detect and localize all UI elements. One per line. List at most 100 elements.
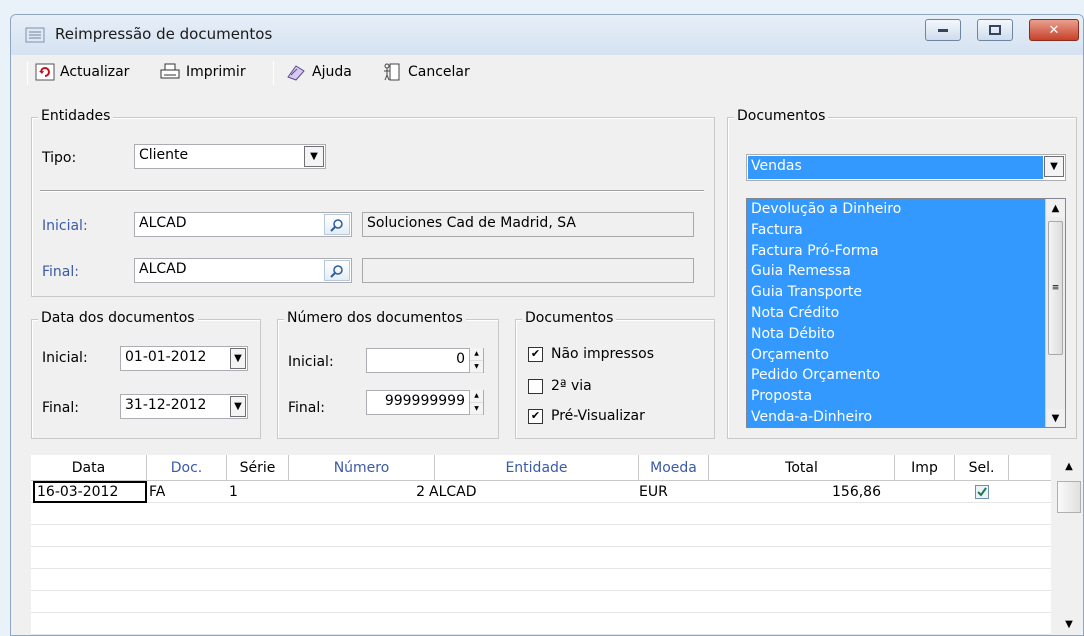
spin-up-icon[interactable]: ▲: [470, 348, 483, 361]
list-item[interactable]: Nota Crédito: [747, 303, 1045, 324]
list-item[interactable]: Venda-a-Dinheiro: [747, 407, 1045, 427]
spin-down-icon[interactable]: ▼: [470, 361, 483, 373]
data-final-picker[interactable]: 31-12-2012 ▼: [120, 394, 248, 419]
title-bar: Reimpressão de documentos ✕: [11, 15, 1083, 55]
cancelar-button[interactable]: Cancelar: [381, 61, 470, 83]
inicial-label: Inicial:: [42, 218, 88, 234]
cell-total[interactable]: 156,86: [711, 481, 881, 503]
check-icon[interactable]: ✔: [528, 346, 543, 362]
cell-imp[interactable]: [895, 481, 945, 503]
close-button[interactable]: ✕: [1029, 19, 1079, 41]
tipo-label: Tipo:: [42, 150, 77, 166]
spin-up-icon[interactable]: ▲: [470, 390, 483, 403]
documentos-listbox[interactable]: Devolução a Dinheiro Factura Factura Pró-F…: [746, 198, 1066, 428]
cell-serie[interactable]: 1: [229, 481, 279, 503]
nao-impressos-checkbox[interactable]: ✔ Não impressos: [528, 346, 654, 362]
scroll-thumb[interactable]: ≡: [1048, 221, 1063, 355]
list-item[interactable]: Factura: [747, 220, 1045, 241]
scroll-up-icon[interactable]: ▲: [1046, 199, 1065, 217]
pre-visualizar-checkbox[interactable]: ✔ Pré-Visualizar: [528, 408, 645, 424]
data-inicial-picker[interactable]: 01-01-2012 ▼: [120, 346, 248, 371]
list-item[interactable]: Guia Transporte: [747, 282, 1045, 303]
tipo-value: Cliente: [139, 147, 189, 163]
col-header-imp[interactable]: Imp: [895, 455, 955, 481]
data-docs-group: Data dos documentos Inicial: 01-01-2012 …: [31, 310, 261, 439]
numero-inicial-value: 0: [456, 351, 465, 367]
list-item[interactable]: Orçamento: [747, 345, 1045, 366]
numero-inicial-spinner[interactable]: 0 ▲ ▼: [366, 348, 484, 373]
cell-data[interactable]: 16-03-2012: [33, 481, 147, 503]
divider: [40, 190, 704, 192]
grid-scroll-thumb[interactable]: [1057, 481, 1081, 513]
check-icon[interactable]: ✔: [528, 408, 543, 424]
final-entity-value: ALCAD: [139, 261, 187, 277]
final-entity-name: [362, 258, 694, 283]
documentos-combo-value: Vendas: [748, 156, 1043, 179]
list-item[interactable]: Factura Pró-Forma: [747, 241, 1045, 262]
data-final-label: Final:: [42, 400, 79, 416]
col-header-serie[interactable]: Série: [227, 455, 289, 481]
col-header-sel[interactable]: Sel.: [955, 455, 1009, 481]
numero-docs-legend: Número dos documentos: [284, 310, 466, 326]
grid-scrollbar[interactable]: ▲ ▼: [1057, 455, 1081, 635]
tipo-combo[interactable]: Cliente ▼: [134, 144, 326, 169]
inicial-lookup-button[interactable]: [324, 214, 350, 235]
data-inicial-dropdown[interactable]: ▼: [230, 348, 246, 369]
documentos-legend: Documentos: [734, 108, 829, 124]
list-item[interactable]: Guia Remessa: [747, 261, 1045, 282]
ajuda-button[interactable]: Ajuda: [285, 61, 352, 83]
search-icon: [330, 218, 343, 232]
toolbar: Actualizar Imprimir Ajuda Cancelar: [11, 55, 1083, 87]
entidades-group: Entidades Tipo: Cliente ▼ Inicial: ALCAD…: [31, 108, 715, 297]
data-final-dropdown[interactable]: ▼: [230, 396, 246, 417]
spin-down-icon[interactable]: ▼: [470, 403, 483, 415]
documentos-dropdown-button[interactable]: ▼: [1044, 156, 1064, 177]
numero-inicial-spin-buttons[interactable]: ▲ ▼: [469, 348, 483, 373]
documentos-scrollbar[interactable]: ▲ ≡ ▼: [1045, 199, 1065, 427]
maximize-button[interactable]: [977, 19, 1013, 41]
col-header-numero[interactable]: Número: [289, 455, 435, 481]
documentos-group: Documentos Vendas ▼ Devolução a Dinheiro…: [727, 108, 1077, 439]
final-entity-input[interactable]: ALCAD: [134, 258, 352, 283]
numero-inicial-label: Inicial:: [288, 354, 334, 370]
col-header-total[interactable]: Total: [709, 455, 895, 481]
numero-final-spinner[interactable]: 999999999 ▲ ▼: [366, 390, 484, 415]
imprimir-button[interactable]: Imprimir: [159, 61, 246, 83]
final-lookup-button[interactable]: [324, 260, 350, 281]
actualizar-button[interactable]: Actualizar: [35, 61, 129, 83]
scroll-down-icon[interactable]: ▼: [1046, 409, 1065, 427]
inicial-entity-input[interactable]: ALCAD: [134, 212, 352, 237]
numero-final-spin-buttons[interactable]: ▲ ▼: [469, 390, 483, 415]
cell-moeda[interactable]: EUR: [639, 481, 699, 503]
segunda-via-checkbox[interactable]: 2ª via: [528, 378, 592, 394]
toolbar-grip: [27, 61, 28, 85]
minimize-icon: [938, 29, 948, 32]
col-header-entidade[interactable]: Entidade: [435, 455, 639, 481]
grid-empty-rows: [31, 503, 1051, 635]
inicial-entity-value: ALCAD: [139, 215, 187, 231]
data-inicial-label: Inicial:: [42, 350, 88, 366]
documentos-combo[interactable]: Vendas ▼: [746, 154, 1066, 181]
numero-docs-group: Número dos documentos Inicial: 0 ▲ ▼ Fina…: [277, 310, 499, 439]
sel-checkbox[interactable]: [975, 481, 995, 503]
numero-final-value: 999999999: [384, 393, 465, 409]
printer-icon: [160, 63, 180, 79]
tipo-dropdown-button[interactable]: ▼: [304, 146, 324, 167]
col-header-moeda[interactable]: Moeda: [639, 455, 709, 481]
data-final-value: 31-12-2012: [125, 397, 207, 413]
cell-numero[interactable]: 2: [291, 481, 425, 503]
col-header-doc[interactable]: Doc.: [147, 455, 227, 481]
minimize-button[interactable]: [925, 19, 961, 41]
unchecked-box-icon[interactable]: [528, 378, 543, 394]
cell-entidade[interactable]: ALCAD: [429, 481, 619, 503]
list-item[interactable]: Nota Débito: [747, 324, 1045, 345]
cell-doc[interactable]: FA: [149, 481, 219, 503]
list-item[interactable]: Devolução a Dinheiro: [747, 199, 1045, 220]
col-header-data[interactable]: Data: [31, 455, 147, 481]
grid-scroll-up-icon[interactable]: ▲: [1059, 457, 1079, 475]
segunda-via-label: 2ª via: [551, 378, 592, 394]
list-item[interactable]: Proposta: [747, 386, 1045, 407]
grid-scroll-down-icon[interactable]: ▼: [1059, 615, 1079, 633]
documentos-options-group: Documentos ✔ Não impressos 2ª via ✔ Pré-…: [515, 310, 715, 439]
list-item[interactable]: Pedido Orçamento: [747, 365, 1045, 386]
